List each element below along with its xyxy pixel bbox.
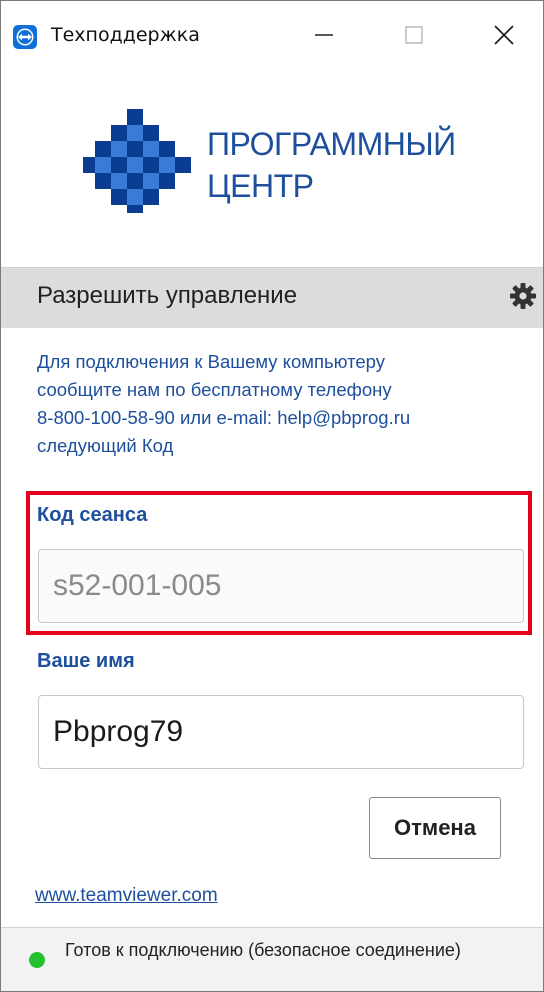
connection-instructions: Для подключения к Вашему компьютеру сооб… — [37, 348, 527, 460]
instructions-line-4: следующий Код — [37, 435, 174, 456]
status-text: Готов к подключению (безопасное соединен… — [65, 940, 461, 960]
section-header: Разрешить управление — [1, 267, 543, 328]
maximize-icon — [404, 25, 424, 49]
session-code-label: Код сеанса — [37, 504, 148, 526]
session-code-field[interactable]: s52-001-005 — [38, 549, 524, 623]
title-bar[interactable]: Техподдержка — [1, 1, 543, 73]
cancel-button[interactable]: Отмена — [369, 797, 501, 859]
section-title: Разрешить управление — [37, 282, 298, 309]
minimize-icon — [314, 25, 334, 49]
window-title: Техподдержка — [51, 24, 200, 46]
instructions-line-3: 8-800-100-58-90 или e-mail: help@pbprog.… — [37, 407, 411, 428]
user-name-label: Ваше имя — [37, 650, 135, 672]
status-bar: Готов к подключению (безопасное соединен… — [1, 927, 543, 991]
close-icon — [493, 24, 515, 50]
instructions-line-1: Для подключения к Вашему компьютеру — [37, 351, 386, 372]
support-window: Техподдержка ПРОГРАММНЫЙ ЦЕНТР Разрешить… — [0, 0, 544, 992]
logo-line-1: ПРОГРАММНЫЙ — [207, 126, 456, 162]
program-center-logo — [83, 109, 195, 213]
status-indicator-icon — [29, 952, 45, 968]
instructions-line-2: сообщите нам по бесплатному телефону — [37, 379, 392, 400]
gear-icon — [509, 282, 537, 314]
minimize-button[interactable] — [279, 1, 369, 73]
maximize-button[interactable] — [369, 1, 459, 73]
logo-wordmark: ПРОГРАММНЫЙ ЦЕНТР — [207, 123, 456, 207]
user-name-field[interactable]: Pbprog79 — [38, 695, 524, 769]
settings-button[interactable] — [501, 280, 543, 316]
logo-line-2: ЦЕНТР — [207, 168, 314, 204]
teamviewer-icon — [13, 25, 37, 49]
close-button[interactable] — [459, 1, 543, 73]
teamviewer-link[interactable]: www.teamviewer.com — [35, 885, 218, 907]
